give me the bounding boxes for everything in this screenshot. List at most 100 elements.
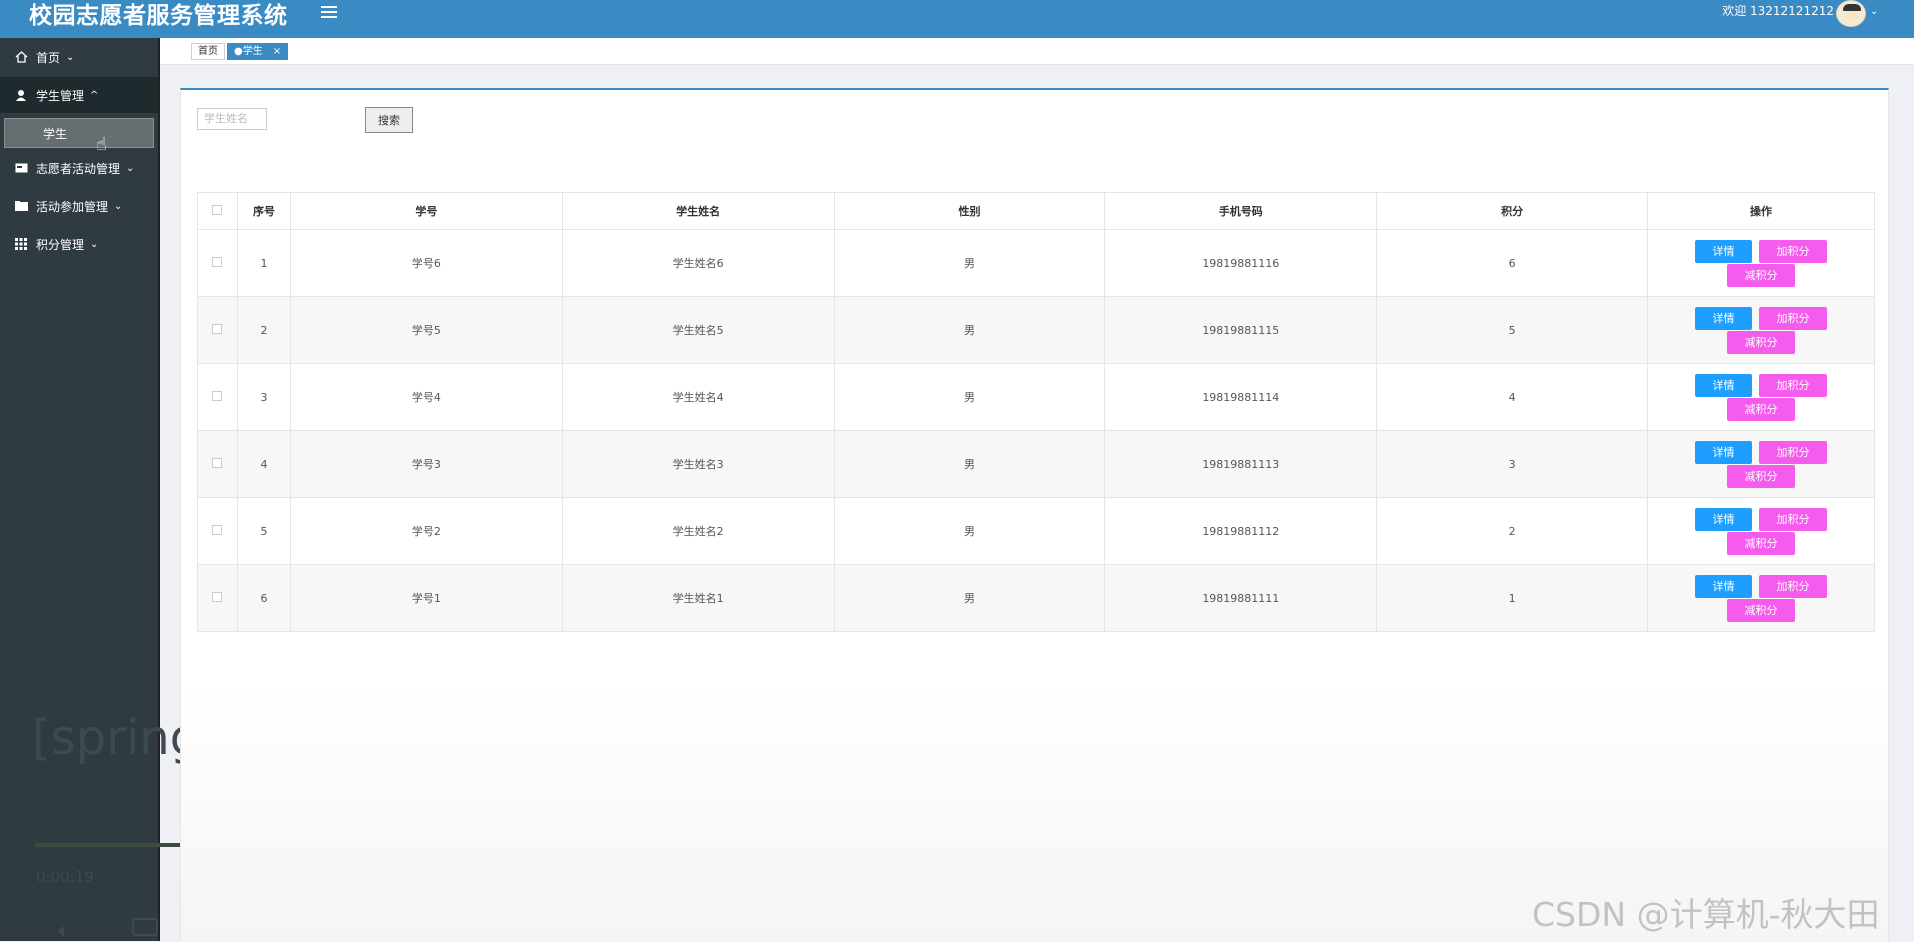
col-header: 操作 — [1647, 192, 1875, 230]
cell-gender: 男 — [833, 497, 1106, 565]
content-panel: 搜索 序号 学号 学生姓名 性别 手机号码 积分 操作 1学号6学生姓名6男19… — [180, 88, 1889, 941]
row-checkbox[interactable] — [212, 390, 223, 401]
row-checkbox[interactable] — [212, 323, 223, 334]
volume-icon[interactable]: 🔈︎ — [58, 918, 70, 942]
student-name-search-input[interactable] — [197, 108, 267, 130]
add-points-button[interactable]: 加积分 — [1759, 507, 1828, 531]
select-all-cell — [197, 192, 238, 230]
subtract-points-button[interactable]: 减积分 — [1727, 263, 1796, 287]
table-row: 2 学号5 学生姓名5 男 19819881115 5 详情 加积分 减积分 — [197, 296, 1875, 364]
cell-student-id: 学号3 — [289, 430, 563, 498]
row-select-cell — [197, 363, 238, 431]
chevron-down-icon: ⌄ — [114, 200, 123, 212]
cell-points: 2 — [1376, 497, 1649, 565]
top-header: 校园志愿者服务管理系统 欢迎 13212121212 ⌄ — [0, 0, 1914, 38]
sidebar-item-student-mgmt[interactable]: 学生管理 ^ — [0, 77, 158, 113]
cell-points: 5 — [1376, 296, 1649, 364]
chevron-down-icon: ⌄ — [66, 51, 75, 63]
cell-gender: 男 — [833, 430, 1106, 498]
sidebar-item-label: 积分管理 — [36, 237, 85, 252]
cell-student-name: 学生姓名3 — [561, 430, 835, 498]
chevron-down-icon: ⌄ — [90, 238, 99, 250]
subtract-points-button[interactable]: 减积分 — [1727, 531, 1796, 555]
cell-gender: 男 — [833, 296, 1106, 364]
subtract-points-button[interactable]: 减积分 — [1727, 397, 1796, 421]
row-select-cell — [197, 229, 238, 297]
add-points-button[interactable]: 加积分 — [1759, 373, 1828, 397]
col-header: 学号 — [289, 192, 563, 230]
detail-button[interactable]: 详情 — [1695, 574, 1753, 598]
chevron-up-icon: ^ — [90, 89, 99, 101]
chevron-down-icon: ⌄ — [126, 162, 135, 174]
sidebar-item-volunteer-activity[interactable]: 志愿者活动管理 ⌄ — [0, 150, 158, 186]
cell-student-name: 学生姓名6 — [561, 229, 835, 297]
sidebar-item-label: 志愿者活动管理 — [36, 161, 121, 176]
cell-actions: 详情 加积分 减积分 — [1647, 363, 1875, 431]
sidebar-item-label: 学生管理 — [36, 88, 85, 103]
video-time: 0:00:19 — [36, 868, 94, 886]
subtract-points-button[interactable]: 减积分 — [1727, 598, 1796, 622]
sidebar-divider — [158, 38, 160, 941]
subtitles-icon[interactable] — [132, 918, 158, 936]
row-checkbox[interactable] — [212, 591, 223, 602]
detail-button[interactable]: 详情 — [1695, 373, 1753, 397]
close-icon[interactable]: × — [273, 46, 281, 57]
cell-points: 6 — [1376, 229, 1649, 297]
detail-button[interactable]: 详情 — [1695, 507, 1753, 531]
detail-button[interactable]: 详情 — [1695, 239, 1753, 263]
add-points-button[interactable]: 加积分 — [1759, 440, 1828, 464]
add-points-button[interactable]: 加积分 — [1759, 239, 1828, 263]
home-icon — [14, 51, 28, 63]
menu-toggle-icon[interactable] — [321, 6, 337, 20]
subtract-points-button[interactable]: 减积分 — [1727, 330, 1796, 354]
add-points-button[interactable]: 加积分 — [1759, 306, 1828, 330]
cell-index: 6 — [236, 564, 291, 632]
row-select-cell — [197, 497, 238, 565]
cell-gender: 男 — [833, 363, 1106, 431]
col-header: 手机号码 — [1104, 192, 1378, 230]
cell-student-name: 学生姓名5 — [561, 296, 835, 364]
grid-icon — [14, 238, 28, 250]
row-checkbox[interactable] — [212, 256, 223, 267]
cell-actions: 详情 加积分 减积分 — [1647, 497, 1875, 565]
cell-phone: 19819881115 — [1104, 296, 1378, 364]
row-checkbox[interactable] — [212, 524, 223, 535]
cell-student-id: 学号2 — [289, 497, 563, 565]
table-row: 1 学号6 学生姓名6 男 19819881116 6 详情 加积分 减积分 — [197, 229, 1875, 297]
cell-phone: 19819881112 — [1104, 497, 1378, 565]
detail-button[interactable]: 详情 — [1695, 306, 1753, 330]
sidebar-item-home[interactable]: 首页 ⌄ — [0, 39, 158, 75]
chevron-down-icon[interactable]: ⌄ — [1870, 6, 1878, 17]
cell-index: 4 — [236, 430, 291, 498]
avatar[interactable] — [1836, 0, 1866, 27]
row-select-cell — [197, 564, 238, 632]
search-button[interactable]: 搜索 — [365, 107, 413, 133]
sidebar-item-label: 首页 — [36, 50, 61, 65]
subtract-points-button[interactable]: 减积分 — [1727, 464, 1796, 488]
tab-student[interactable]: ●学生 × — [227, 43, 289, 60]
cell-index: 3 — [236, 363, 291, 431]
add-points-button[interactable]: 加积分 — [1759, 574, 1828, 598]
table-row: 6 学号1 学生姓名1 男 19819881111 1 详情 加积分 减积分 — [197, 564, 1875, 632]
sidebar-subitem-student[interactable]: 学生 — [4, 118, 154, 148]
row-select-cell — [197, 430, 238, 498]
sidebar-item-points[interactable]: 积分管理 ⌄ — [0, 226, 158, 262]
cell-points: 3 — [1376, 430, 1649, 498]
select-all-checkbox[interactable] — [212, 204, 223, 215]
app-title: 校园志愿者服务管理系统 — [29, 3, 288, 29]
sidebar-item-activity-join[interactable]: 活动参加管理 ⌄ — [0, 188, 158, 224]
cell-phone: 19819881111 — [1104, 564, 1378, 632]
student-table: 序号 学号 学生姓名 性别 手机号码 积分 操作 1 学号6 学生姓名6 男 19819… — [197, 192, 1875, 632]
cell-student-id: 学号1 — [289, 564, 563, 632]
cell-points: 1 — [1376, 564, 1649, 632]
card-icon — [14, 162, 28, 174]
tab-home[interactable]: 首页 — [191, 43, 225, 60]
row-checkbox[interactable] — [212, 457, 223, 468]
cell-student-id: 学号4 — [289, 363, 563, 431]
cell-phone: 19819881113 — [1104, 430, 1378, 498]
detail-button[interactable]: 详情 — [1695, 440, 1753, 464]
cell-phone: 19819881114 — [1104, 363, 1378, 431]
watermark: CSDN @计算机-秋大田 — [1532, 895, 1880, 934]
col-header: 学生姓名 — [561, 192, 835, 230]
row-select-cell — [197, 296, 238, 364]
